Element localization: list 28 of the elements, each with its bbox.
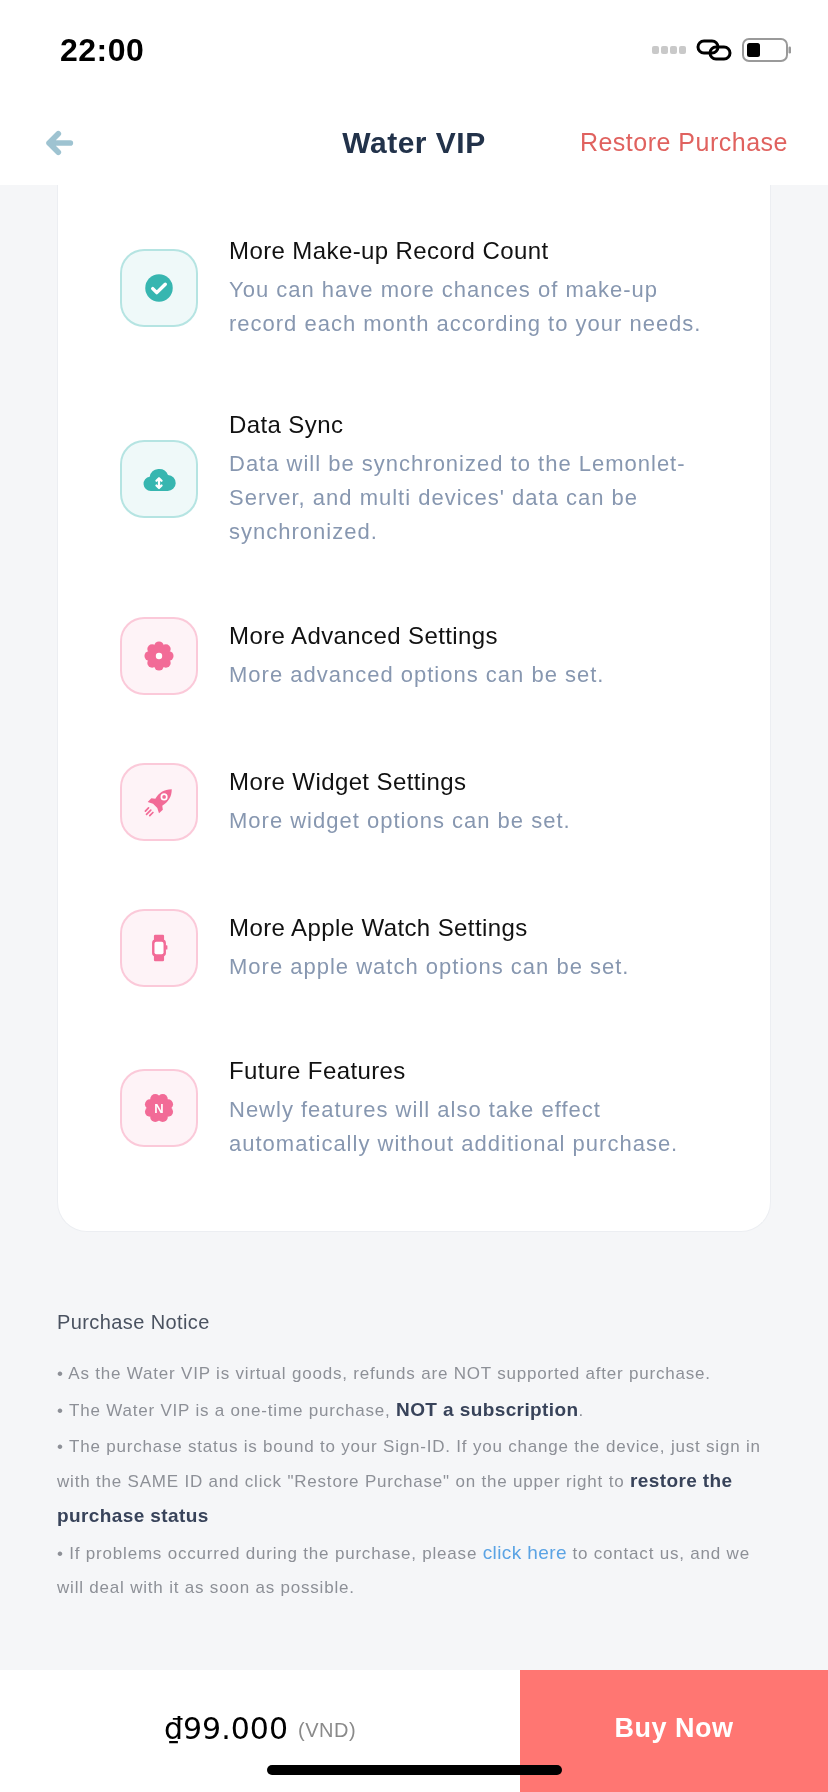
feature-title: Future Features xyxy=(229,1056,407,1086)
notice-text: • If problems occurred during the purchase, please click here to contact us, and we will deal with it as soon as possible. xyxy=(57,1541,751,1599)
link-icon xyxy=(696,38,732,62)
currency-label: (VND) xyxy=(298,1718,357,1743)
feature-description: Data will be synchronized to the Lemonlet-Server, and multi devices' data can be synchronized. xyxy=(229,450,687,546)
feature-title: More Make-up Record Count xyxy=(229,236,550,266)
signal-icon xyxy=(652,46,686,54)
feature-title: More Widget Settings xyxy=(229,767,468,797)
feature-description: More widget options can be set. xyxy=(229,807,572,835)
buy-now-button[interactable]: Buy Now xyxy=(520,1670,828,1792)
notice-text: • The purchase status is bound to your Sign-ID. If you change the device, just sign in with the SAME ID and click "Restore Purchase" on the upper right to restore the purchase status xyxy=(57,1436,762,1528)
battery-icon xyxy=(742,38,792,62)
new-badge-icon: N xyxy=(120,1069,198,1147)
feature-description: Newly features will also take effect automatically without additional purchase. xyxy=(229,1096,680,1158)
feature-description: More advanced options can be set. xyxy=(229,661,606,689)
feature-title: More Apple Watch Settings xyxy=(229,913,529,943)
feature-title: More Advanced Settings xyxy=(229,621,499,651)
page-title: Water VIP xyxy=(342,125,486,161)
notice-text: • The Water VIP is a one-time purchase, NOT a subscription. xyxy=(57,1398,586,1422)
notice-title: Purchase Notice xyxy=(57,1310,211,1335)
feature-title: Data Sync xyxy=(229,410,345,440)
status-time: 22:00 xyxy=(60,31,145,70)
price-text: ₫99.000 xyxy=(163,1709,288,1748)
feature-description: More apple watch options can be set. xyxy=(229,953,631,981)
feature-description: You can have more chances of make-up record each month according to your needs. xyxy=(229,276,703,338)
contact-link[interactable]: click here xyxy=(482,1542,567,1563)
restore-purchase-button[interactable]: Restore Purchase xyxy=(579,123,788,162)
notice-text: • As the Water VIP is virtual goods, refunds are NOT supported after purchase. xyxy=(57,1363,712,1385)
